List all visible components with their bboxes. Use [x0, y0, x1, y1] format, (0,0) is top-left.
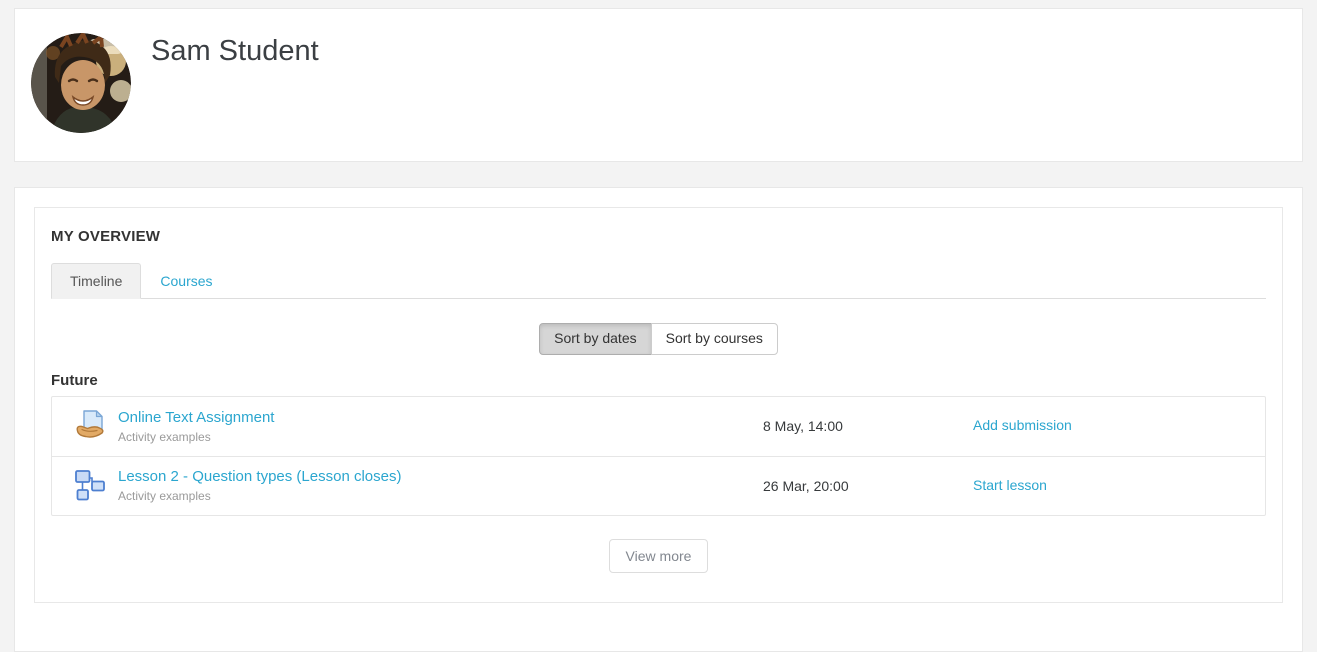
sort-by-dates-button[interactable]: Sort by dates: [539, 323, 652, 355]
add-submission-link[interactable]: Add submission: [973, 417, 1072, 433]
profile-header: Sam Student: [14, 8, 1303, 162]
event-action-cell: Start lesson: [973, 477, 1253, 495]
lesson-icon: [73, 468, 109, 504]
event-title-link[interactable]: Lesson 2 - Question types (Lesson closes…: [118, 468, 401, 485]
event-info: Lesson 2 - Question types (Lesson closes…: [118, 468, 763, 503]
my-overview-block: MY OVERVIEW Timeline Courses Sort by dat…: [34, 207, 1283, 603]
sort-button-group: Sort by dates Sort by courses: [51, 323, 1266, 355]
event-info: Online Text Assignment Activity examples: [118, 409, 763, 444]
view-more-button[interactable]: View more: [609, 539, 709, 573]
overview-tab-bar: Timeline Courses: [51, 263, 1266, 299]
event-course-name: Activity examples: [118, 489, 763, 503]
assignment-icon: [73, 408, 109, 444]
tab-courses[interactable]: Courses: [141, 263, 231, 299]
user-avatar: [31, 33, 131, 133]
event-due-date: 8 May, 14:00: [763, 418, 973, 434]
content-region: MY OVERVIEW Timeline Courses Sort by dat…: [14, 187, 1303, 652]
event-row-lesson: Lesson 2 - Question types (Lesson closes…: [52, 456, 1265, 515]
page-title-user-name: Sam Student: [151, 35, 319, 68]
start-lesson-link[interactable]: Start lesson: [973, 477, 1047, 493]
event-due-date: 26 Mar, 20:00: [763, 478, 973, 494]
event-row-assignment: Online Text Assignment Activity examples…: [52, 397, 1265, 456]
event-course-name: Activity examples: [118, 430, 763, 444]
timeline-section-heading: Future: [51, 372, 1266, 389]
view-more-container: View more: [51, 539, 1266, 573]
sort-by-courses-button[interactable]: Sort by courses: [651, 323, 778, 355]
event-title-link[interactable]: Online Text Assignment: [118, 409, 274, 426]
tab-timeline[interactable]: Timeline: [51, 263, 141, 299]
event-action-cell: Add submission: [973, 417, 1253, 435]
event-list: Online Text Assignment Activity examples…: [51, 396, 1266, 516]
block-title: MY OVERVIEW: [51, 228, 1266, 245]
